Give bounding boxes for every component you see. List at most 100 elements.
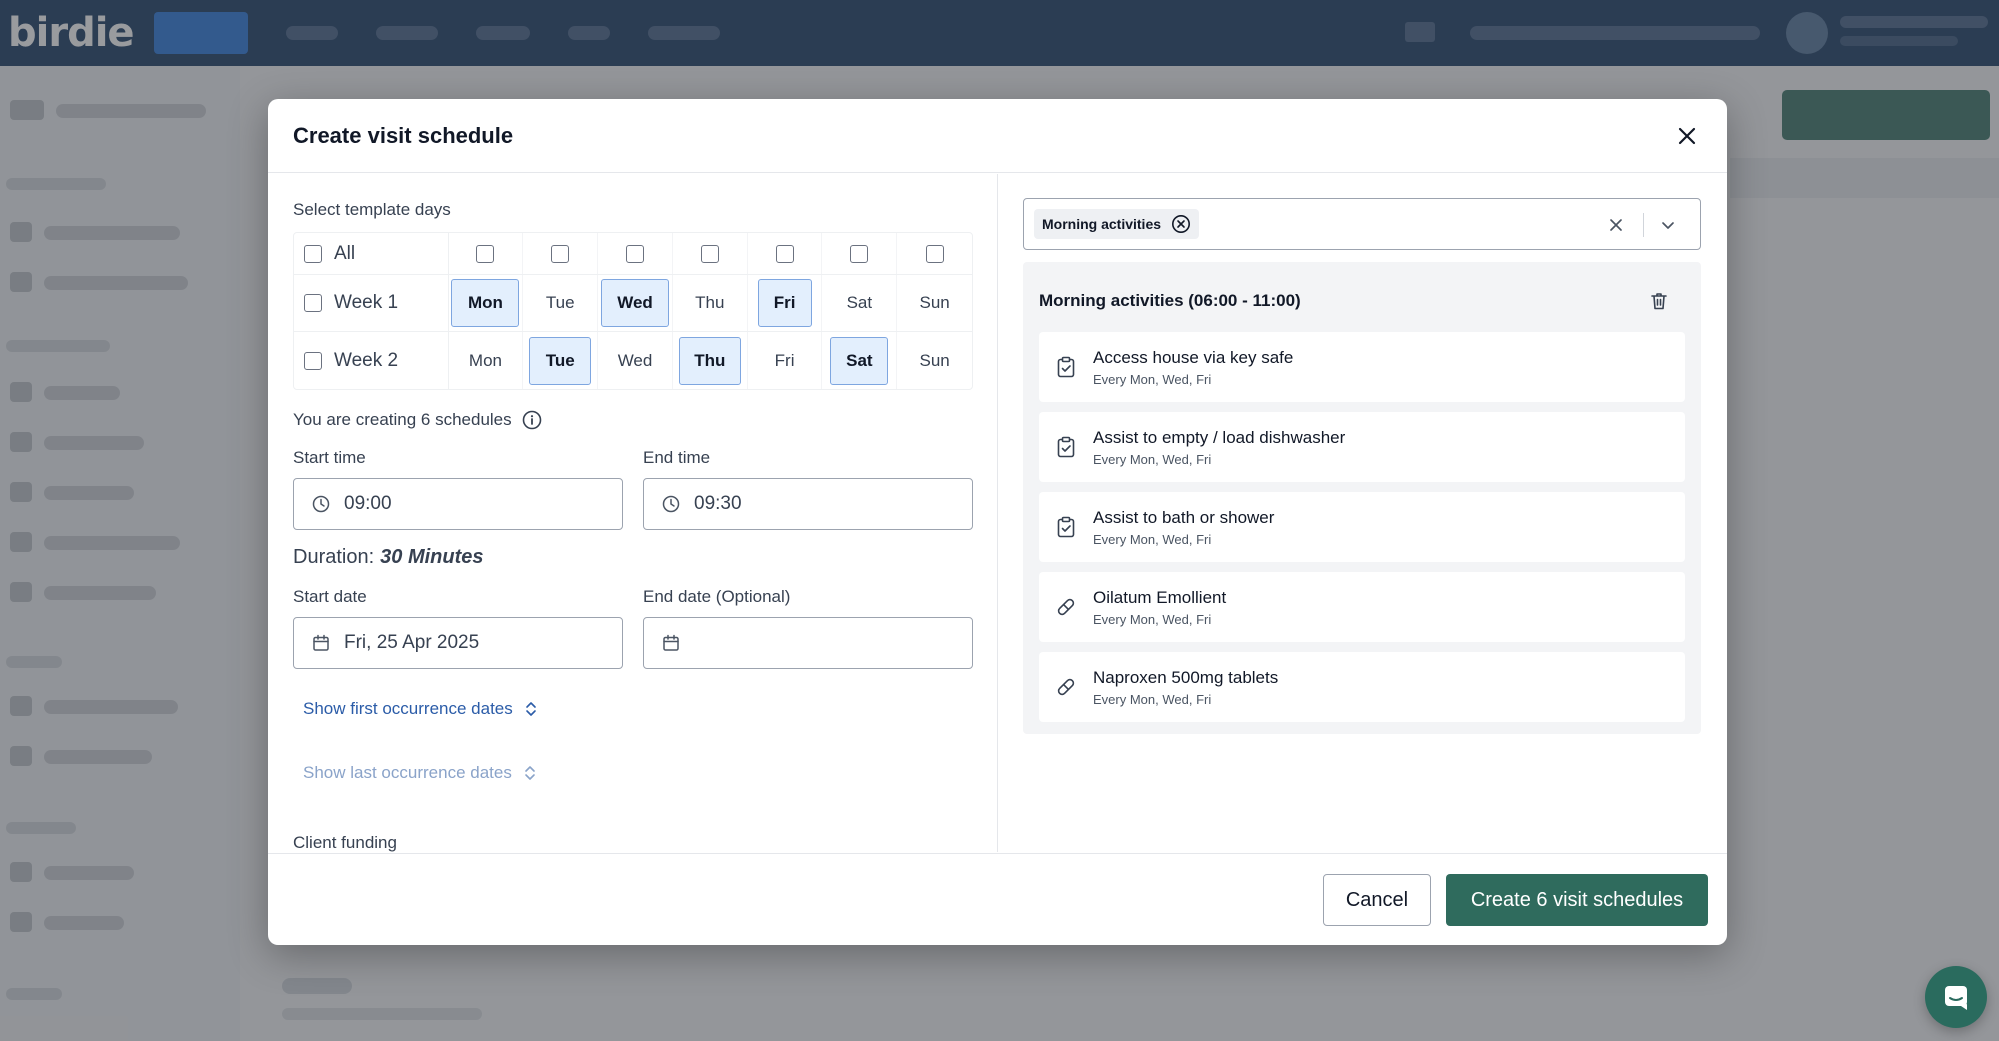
template-chip-label: Morning activities (1042, 216, 1162, 232)
week-2-mon-toggle[interactable]: Mon (451, 337, 519, 385)
cancel-button[interactable]: Cancel (1323, 874, 1431, 926)
thu-column-checkbox[interactable] (700, 244, 719, 263)
day-cell[interactable]: Thu (673, 332, 748, 389)
select-divider (1643, 213, 1644, 237)
day-cell[interactable]: Tue (523, 332, 599, 389)
column-checkbox-cell[interactable] (598, 233, 673, 274)
show-last-occurrence-link[interactable]: Show last occurrence dates (293, 763, 973, 783)
pill-icon (1053, 594, 1079, 620)
tue-column-checkbox[interactable] (551, 244, 570, 263)
show-first-occurrence-link[interactable]: Show first occurrence dates (293, 699, 973, 719)
all-checkbox[interactable] (304, 244, 322, 263)
modal-footer: Cancel Create 6 visit schedules (268, 853, 1727, 945)
sat-column-checkbox[interactable] (850, 244, 869, 263)
end-time-label: End time (643, 448, 711, 467)
week-2-tue-toggle[interactable]: Tue (529, 336, 592, 385)
day-cell[interactable]: Sun (897, 275, 972, 331)
pill-icon (1053, 674, 1079, 700)
week-2-label: Week 2 (334, 349, 399, 371)
week-1-label-cell[interactable]: Week 1 (294, 275, 449, 331)
day-cell[interactable]: Thu (673, 275, 748, 331)
week-1-tue-toggle[interactable]: Tue (526, 279, 594, 327)
all-label: All (334, 242, 356, 264)
day-cell[interactable]: Wed (598, 275, 673, 331)
start-date-input[interactable]: Fri, 25 Apr 2025 (293, 617, 623, 669)
week-2-label-cell[interactable]: Week 2 (294, 332, 449, 389)
column-checkbox-cell[interactable] (748, 233, 823, 274)
delete-template-button[interactable] (1633, 278, 1685, 324)
day-cell[interactable]: Mon (449, 332, 524, 389)
week-2-thu-toggle[interactable]: Thu (678, 336, 741, 385)
clear-selection-icon[interactable] (1604, 213, 1628, 237)
sun-column-checkbox[interactable] (925, 244, 944, 263)
chat-launcher-button[interactable] (1925, 966, 1987, 1028)
create-schedules-button[interactable]: Create 6 visit schedules (1446, 874, 1708, 926)
wed-column-checkbox[interactable] (626, 244, 645, 263)
day-cell[interactable]: Wed (598, 332, 673, 389)
duration: Duration: 30 Minutes (293, 546, 973, 569)
task-frequency: Every Mon, Wed, Fri (1093, 531, 1212, 547)
task-item[interactable]: Naproxen 500mg tablets Every Mon, Wed, F… (1039, 652, 1685, 722)
end-date-field: End date (Optional) (643, 587, 973, 669)
task-text: Assist to bath or shower Every Mon, Wed,… (1093, 508, 1274, 547)
task-item[interactable]: Assist to bath or shower Every Mon, Wed,… (1039, 492, 1685, 562)
day-cell[interactable]: Mon (449, 275, 524, 331)
mon-column-checkbox[interactable] (476, 244, 495, 263)
task-frequency: Every Mon, Wed, Fri (1093, 371, 1212, 387)
column-checkbox-cell[interactable] (822, 233, 898, 274)
info-icon[interactable] (522, 410, 542, 430)
template-activities-panel: Morning activities Morning activities (0… (998, 174, 1727, 852)
clock-icon (662, 495, 680, 513)
start-time-input[interactable]: 09:00 (293, 478, 623, 530)
day-cell[interactable]: Sat (822, 275, 898, 331)
template-select[interactable]: Morning activities (1023, 198, 1701, 250)
task-item[interactable]: Assist to empty / load dishwasher Every … (1039, 412, 1685, 482)
column-checkbox-cell[interactable] (523, 233, 599, 274)
week-1-sat-toggle[interactable]: Sat (825, 279, 893, 327)
modal-header: Create visit schedule (268, 99, 1727, 173)
client-funding-label: Client funding (293, 833, 397, 852)
day-cell[interactable]: Fri (748, 332, 823, 389)
remove-chip-icon[interactable] (1171, 214, 1191, 234)
task-item[interactable]: Access house via key safe Every Mon, Wed… (1039, 332, 1685, 402)
task-text: Oilatum Emollient Every Mon, Wed, Fri (1093, 588, 1226, 627)
week-1-mon-toggle[interactable]: Mon (451, 279, 520, 327)
day-cell[interactable]: Fri (748, 275, 823, 331)
modal-body: Select template days All Week 1 Mon Tue … (268, 174, 1727, 852)
all-row-label[interactable]: All (294, 233, 449, 274)
start-time-field: Start time 09:00 (293, 448, 623, 530)
week-2-checkbox[interactable] (304, 351, 322, 370)
task-name: Assist to empty / load dishwasher (1093, 427, 1346, 447)
trash-icon (1651, 293, 1667, 310)
week-2-sun-toggle[interactable]: Sun (901, 337, 969, 385)
task-name: Oilatum Emollient (1093, 587, 1227, 607)
week-1-fri-toggle[interactable]: Fri (757, 279, 812, 327)
end-time-input[interactable]: 09:30 (643, 478, 973, 530)
close-button[interactable] (1671, 120, 1703, 152)
week-2-wed-toggle[interactable]: Wed (601, 337, 669, 385)
schedule-settings-panel[interactable]: Select template days All Week 1 Mon Tue … (268, 174, 998, 852)
week-2-sat-toggle[interactable]: Sat (830, 336, 889, 385)
week-1-sun-toggle[interactable]: Sun (901, 279, 969, 327)
chevron-down-icon[interactable] (1656, 213, 1680, 237)
week-1-wed-toggle[interactable]: Wed (601, 279, 670, 327)
week-1-checkbox[interactable] (304, 294, 322, 312)
week-2-fri-toggle[interactable]: Fri (751, 337, 819, 385)
column-checkbox-cell[interactable] (897, 233, 972, 274)
modal-title: Create visit schedule (293, 122, 514, 148)
chevron-up-down-icon (525, 766, 535, 780)
column-checkbox-cell[interactable] (449, 233, 524, 274)
day-cell[interactable]: Sun (897, 332, 972, 389)
fri-column-checkbox[interactable] (775, 244, 794, 263)
date-fields: Start date Fri, 25 Apr 2025 End date (Op… (293, 587, 973, 669)
end-date-input[interactable] (643, 617, 973, 669)
panel-header: Morning activities (06:00 - 11:00) (1039, 276, 1685, 326)
calendar-icon (663, 634, 679, 651)
column-checkbox-cell[interactable] (673, 233, 748, 274)
day-cell[interactable]: Sat (822, 332, 898, 389)
week-1-thu-toggle[interactable]: Thu (676, 279, 744, 327)
day-cell[interactable]: Tue (523, 275, 599, 331)
template-days-label: Select template days (293, 200, 451, 219)
task-item[interactable]: Oilatum Emollient Every Mon, Wed, Fri (1039, 572, 1685, 642)
start-date-field: Start date Fri, 25 Apr 2025 (293, 587, 623, 669)
